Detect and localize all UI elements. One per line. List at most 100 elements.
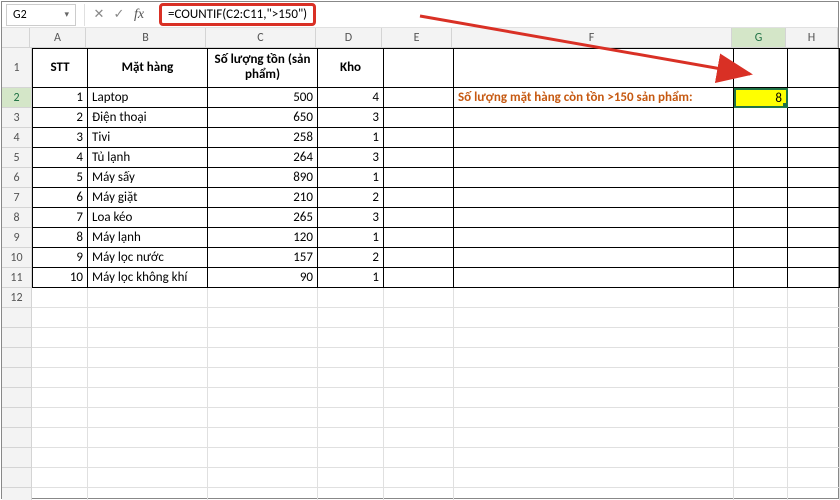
cell-1-F[interactable] xyxy=(454,48,734,88)
cell-19-F[interactable] xyxy=(454,428,734,448)
cell-14-E[interactable] xyxy=(384,328,454,348)
cell-8-E[interactable] xyxy=(384,208,454,228)
cell-17-G[interactable] xyxy=(734,388,788,408)
cell-18-A[interactable] xyxy=(32,408,88,428)
cell-13-F[interactable] xyxy=(454,308,734,328)
cell-3-G[interactable] xyxy=(734,108,788,128)
cell-13-B[interactable] xyxy=(88,308,208,328)
row-header-12[interactable]: 12 xyxy=(2,288,32,308)
row-header-14[interactable] xyxy=(2,328,32,348)
cell-stt-5[interactable]: 4 xyxy=(32,148,88,168)
cell-14-C[interactable] xyxy=(208,328,318,348)
cell-9-F[interactable] xyxy=(454,228,734,248)
cell-20-B[interactable] xyxy=(88,448,208,468)
cell-14-B[interactable] xyxy=(88,328,208,348)
cell-17-F[interactable] xyxy=(454,388,734,408)
cell-16-G[interactable] xyxy=(734,368,788,388)
cell-20-D[interactable] xyxy=(318,448,384,468)
cell-9-E[interactable] xyxy=(384,228,454,248)
cell-19-H[interactable] xyxy=(788,428,840,448)
cell-22-H[interactable] xyxy=(788,488,840,500)
cell-1-H[interactable] xyxy=(788,48,840,88)
worksheet-grid[interactable]: 1STTMặt hàngSố lượng tồn (sản phẩm)Kho21… xyxy=(2,48,838,500)
cell-15-B[interactable] xyxy=(88,348,208,368)
cell-16-F[interactable] xyxy=(454,368,734,388)
cell-stt-10[interactable]: 9 xyxy=(32,248,88,268)
cell-10-G[interactable] xyxy=(734,248,788,268)
row-header-2[interactable]: 2 xyxy=(2,88,32,108)
cell-kho-6[interactable]: 1 xyxy=(318,168,384,188)
cell-4-E[interactable] xyxy=(384,128,454,148)
cell-stt-7[interactable]: 6 xyxy=(32,188,88,208)
column-header-A[interactable]: A xyxy=(30,28,86,47)
cell-14-A[interactable] xyxy=(32,328,88,348)
cell-13-H[interactable] xyxy=(788,308,840,328)
cell-mat-hang-2[interactable]: Laptop xyxy=(88,88,208,108)
cell-6-E[interactable] xyxy=(384,168,454,188)
cell-kho-7[interactable]: 2 xyxy=(318,188,384,208)
result-cell[interactable]: 8 xyxy=(734,88,788,108)
cell-8-G[interactable] xyxy=(734,208,788,228)
cell-20-E[interactable] xyxy=(384,448,454,468)
cell-18-H[interactable] xyxy=(788,408,840,428)
cell-so-luong-9[interactable]: 120 xyxy=(208,228,318,248)
cell-15-D[interactable] xyxy=(318,348,384,368)
cell-16-H[interactable] xyxy=(788,368,840,388)
cell-12-A[interactable] xyxy=(32,288,88,308)
cell-stt-2[interactable]: 1 xyxy=(32,88,88,108)
cell-21-C[interactable] xyxy=(208,468,318,488)
column-header-E[interactable]: E xyxy=(382,28,452,47)
cell-22-A[interactable] xyxy=(32,488,88,500)
cell-2-E[interactable] xyxy=(384,88,454,108)
cell-19-C[interactable] xyxy=(208,428,318,448)
cell-kho-3[interactable]: 3 xyxy=(318,108,384,128)
row-header-8[interactable]: 8 xyxy=(2,208,32,228)
cell-kho-2[interactable]: 4 xyxy=(318,88,384,108)
cell-4-G[interactable] xyxy=(734,128,788,148)
cell-16-B[interactable] xyxy=(88,368,208,388)
cell-16-D[interactable] xyxy=(318,368,384,388)
cell-20-C[interactable] xyxy=(208,448,318,468)
cell-20-A[interactable] xyxy=(32,448,88,468)
row-header-17[interactable] xyxy=(2,388,32,408)
cell-18-C[interactable] xyxy=(208,408,318,428)
cell-15-C[interactable] xyxy=(208,348,318,368)
cell-16-E[interactable] xyxy=(384,368,454,388)
cell-9-G[interactable] xyxy=(734,228,788,248)
cancel-icon[interactable]: ✕ xyxy=(89,5,109,25)
cell-18-F[interactable] xyxy=(454,408,734,428)
cell-9-H[interactable] xyxy=(788,228,840,248)
cell-18-D[interactable] xyxy=(318,408,384,428)
cell-7-E[interactable] xyxy=(384,188,454,208)
row-header-18[interactable] xyxy=(2,408,32,428)
cell-stt-4[interactable]: 3 xyxy=(32,128,88,148)
cell-14-G[interactable] xyxy=(734,328,788,348)
cell-22-C[interactable] xyxy=(208,488,318,500)
cell-18-E[interactable] xyxy=(384,408,454,428)
cell-7-F[interactable] xyxy=(454,188,734,208)
cell-stt-9[interactable]: 8 xyxy=(32,228,88,248)
cell-12-B[interactable] xyxy=(88,288,208,308)
cell-14-F[interactable] xyxy=(454,328,734,348)
cell-22-F[interactable] xyxy=(454,488,734,500)
cell-17-E[interactable] xyxy=(384,388,454,408)
cell-5-H[interactable] xyxy=(788,148,840,168)
cell-so-luong-4[interactable]: 258 xyxy=(208,128,318,148)
cell-21-D[interactable] xyxy=(318,468,384,488)
cell-19-A[interactable] xyxy=(32,428,88,448)
cell-1-G[interactable] xyxy=(734,48,788,88)
cell-17-A[interactable] xyxy=(32,388,88,408)
cell-19-B[interactable] xyxy=(88,428,208,448)
cell-stt-8[interactable]: 7 xyxy=(32,208,88,228)
cell-21-B[interactable] xyxy=(88,468,208,488)
row-header-13[interactable] xyxy=(2,308,32,328)
cell-10-H[interactable] xyxy=(788,248,840,268)
cell-5-E[interactable] xyxy=(384,148,454,168)
row-header-5[interactable]: 5 xyxy=(2,148,32,168)
cell-21-H[interactable] xyxy=(788,468,840,488)
select-all-corner[interactable] xyxy=(2,28,30,47)
cell-so-luong-8[interactable]: 265 xyxy=(208,208,318,228)
column-header-G[interactable]: G xyxy=(732,28,786,47)
cell-13-E[interactable] xyxy=(384,308,454,328)
row-header-7[interactable]: 7 xyxy=(2,188,32,208)
